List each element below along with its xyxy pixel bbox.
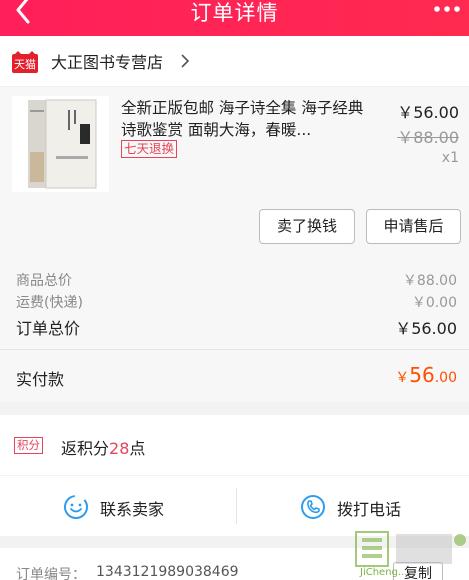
page-title: 订单详情 — [190, 1, 279, 25]
chat-smile-icon[interactable] — [63, 494, 89, 520]
more-dots-icon[interactable] — [433, 4, 461, 14]
points-count: 28 — [109, 439, 130, 458]
after-sale-button[interactable]: 申请售后 — [366, 209, 461, 244]
sell-button[interactable]: 卖了换钱 — [259, 209, 355, 244]
points-suffix: 点 — [129, 439, 146, 458]
shipping-value: ￥0.00 — [411, 295, 457, 311]
points-text: 返积分28点 — [61, 435, 145, 459]
order-number-label: 订单编号： — [16, 567, 86, 580]
product-original-price: ￥88.00 — [397, 128, 459, 147]
chevron-right-icon — [181, 54, 190, 68]
goods-total-label: 商品总价 — [16, 273, 72, 289]
tmall-badge-icon: 天猫 — [12, 51, 38, 73]
paid-value: ￥56.00 — [395, 363, 457, 387]
order-number-value: 1343121989038469 — [96, 564, 239, 580]
price-summary: 商品总价 ￥88.00 运费(快递) ￥0.00 订单总价 ￥56.00 实付款… — [0, 254, 469, 402]
contact-seller-button[interactable]: 联系卖家 — [100, 496, 164, 520]
phone-icon[interactable] — [300, 494, 326, 520]
store-name[interactable]: 大正图书专营店 — [51, 49, 163, 73]
return-policy-badge: 七天退换 — [121, 140, 178, 158]
paid-currency-symbol: ￥ — [395, 370, 410, 386]
nav-header: 订单详情 — [0, 0, 469, 36]
shipping-label: 运费(快递) — [16, 295, 83, 311]
order-total-label: 订单总价 — [16, 319, 81, 338]
points-row: 积分 返积分28点 — [0, 415, 469, 475]
product-thumbnail[interactable] — [12, 96, 109, 192]
points-badge: 积分 — [14, 437, 43, 454]
watermark-text: JiCheng... — [360, 567, 408, 578]
product-item[interactable]: 全新正版包邮 海子诗全集 海子经典诗歌鉴赏 面朝大海，春暖... 七天退换 ￥5… — [0, 87, 469, 254]
call-phone-button[interactable]: 拨打电话 — [337, 496, 401, 520]
book-cover-image — [28, 99, 97, 189]
svg-text:天猫: 天猫 — [14, 58, 36, 71]
paid-amount-decimal: .00 — [434, 370, 457, 386]
product-title[interactable]: 全新正版包邮 海子诗全集 海子经典诗歌鉴赏 面朝大海，春暖... — [121, 97, 371, 141]
product-price: ￥56.00 — [397, 103, 459, 122]
paid-label: 实付款 — [16, 370, 65, 389]
product-quantity: x1 — [441, 150, 459, 166]
divider — [236, 488, 237, 524]
order-total-value: ￥56.00 — [395, 319, 457, 338]
contact-bar: 联系卖家 拨打电话 — [0, 476, 469, 536]
paid-amount-integer: 56 — [409, 363, 435, 387]
store-row[interactable]: 天猫 大正图书专营店 — [0, 36, 469, 86]
divider — [0, 349, 469, 350]
goods-total-value: ￥88.00 — [402, 273, 457, 289]
points-prefix: 返积分 — [61, 439, 110, 458]
